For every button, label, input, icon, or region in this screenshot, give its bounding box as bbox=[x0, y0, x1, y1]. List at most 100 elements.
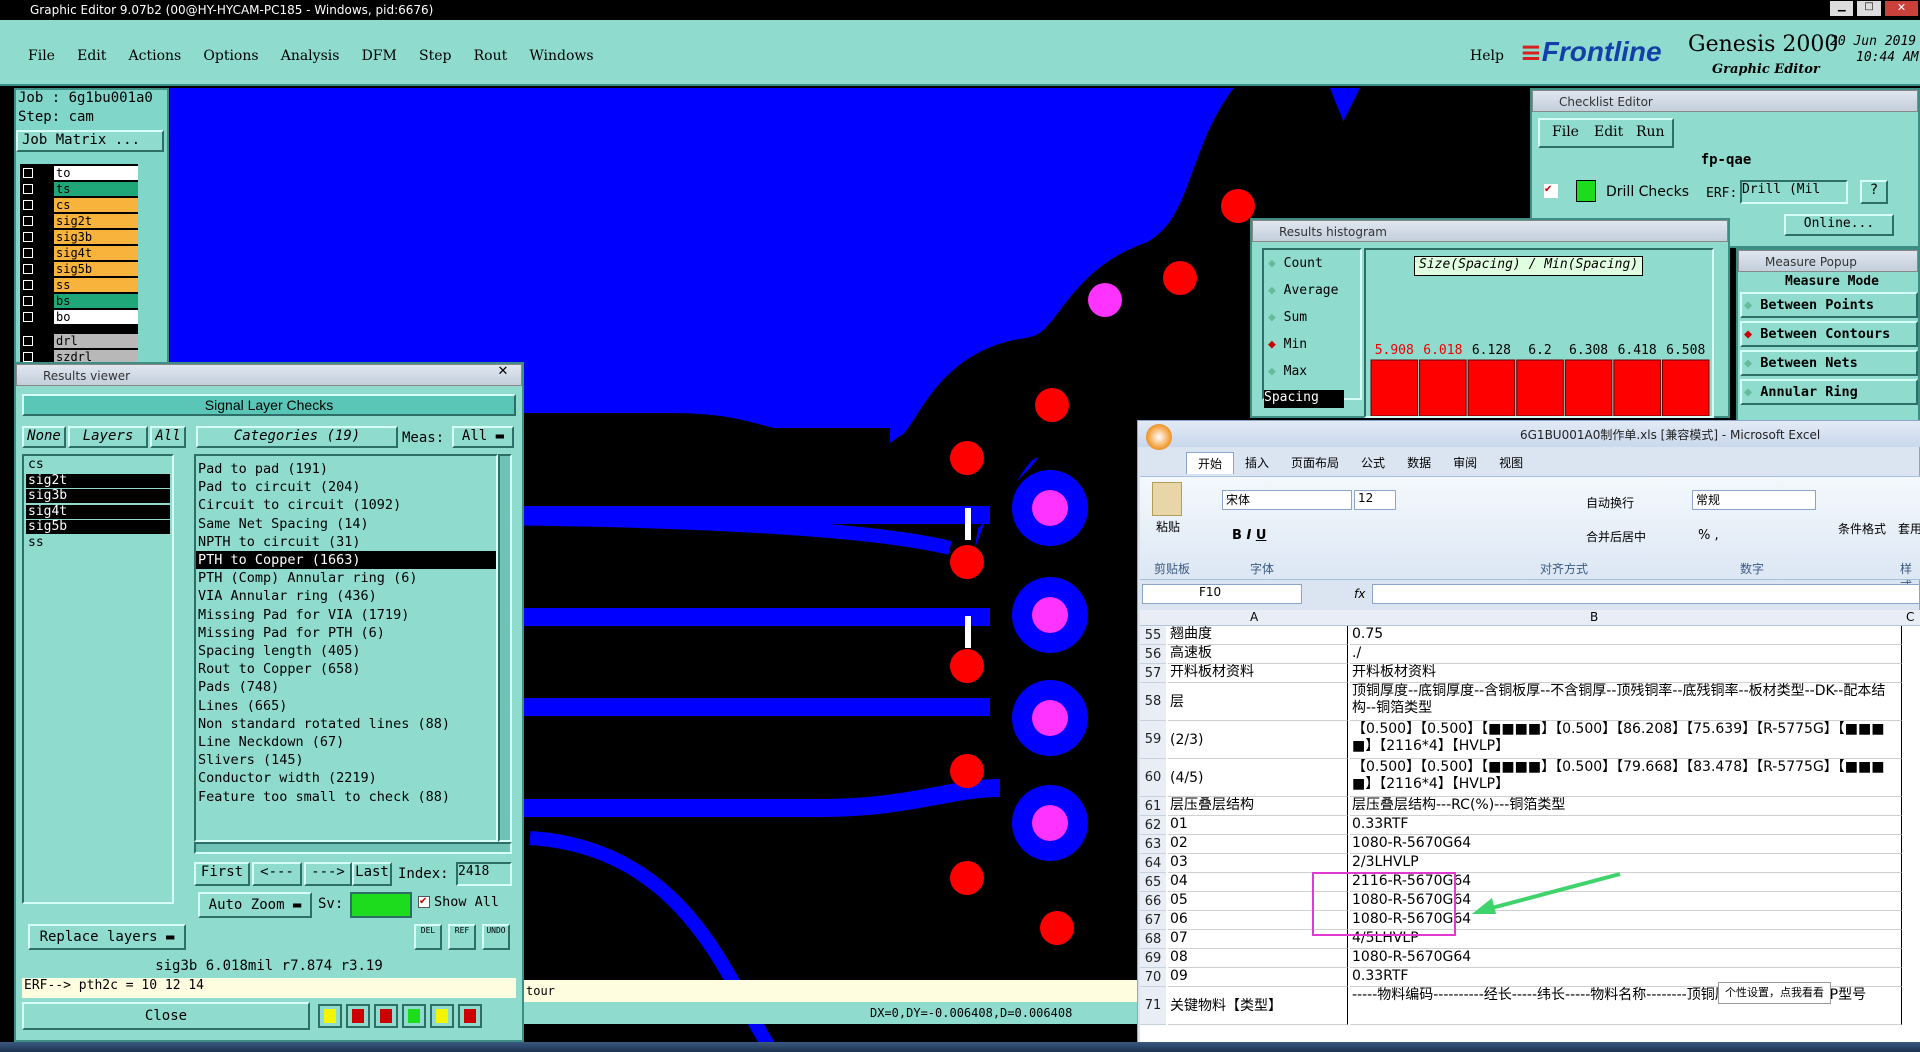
layer-checkbox[interactable] bbox=[23, 336, 33, 346]
first-button[interactable]: First bbox=[194, 862, 250, 886]
cell-a[interactable]: 高速板 bbox=[1168, 645, 1348, 664]
histogram-option[interactable]: ◆ Count bbox=[1268, 256, 1323, 271]
histogram-option[interactable]: ◆ Max bbox=[1268, 364, 1307, 379]
cell-a[interactable]: (4/5) bbox=[1168, 759, 1348, 797]
maximize-button[interactable]: □ bbox=[1857, 1, 1881, 16]
menu-step[interactable]: Step bbox=[419, 48, 451, 64]
sv-color-select[interactable] bbox=[350, 892, 412, 918]
measure-option[interactable]: ◆ Between Nets bbox=[1740, 350, 1918, 376]
layer-row[interactable]: bs bbox=[20, 294, 138, 309]
category-item[interactable]: Same Net Spacing (14) bbox=[196, 515, 496, 533]
cell-a[interactable]: 09 bbox=[1168, 968, 1348, 987]
result-layer-item[interactable]: cs bbox=[26, 458, 170, 472]
result-layer-item[interactable]: sig2t bbox=[26, 473, 170, 488]
result-tool-icon[interactable] bbox=[374, 1004, 398, 1028]
wrap-text-button[interactable]: 自动换行 bbox=[1586, 494, 1634, 511]
close-results-button[interactable]: Close bbox=[22, 1002, 310, 1030]
result-layer-item[interactable]: sig5b bbox=[26, 520, 170, 534]
row-header[interactable]: 71 bbox=[1140, 987, 1166, 1025]
layer-checkbox[interactable] bbox=[23, 248, 33, 258]
office-button-icon[interactable] bbox=[1146, 424, 1172, 450]
menu-options[interactable]: Options bbox=[203, 48, 258, 64]
category-item[interactable]: PTH (Comp) Annular ring (6) bbox=[196, 569, 496, 587]
menu-file[interactable]: File bbox=[28, 48, 55, 64]
layer-checkbox[interactable] bbox=[23, 352, 33, 362]
layer-row[interactable]: sig4t bbox=[20, 246, 138, 261]
category-item[interactable]: Pad to pad (191) bbox=[196, 460, 496, 478]
row-header[interactable]: 62 bbox=[1140, 816, 1166, 835]
cell-a[interactable]: 层压叠层结构 bbox=[1168, 797, 1348, 816]
show-all-checkbox[interactable]: ✔ bbox=[418, 896, 430, 908]
erf-field[interactable]: Drill (Mil bbox=[1740, 180, 1848, 204]
number-format-select[interactable]: 常规 bbox=[1692, 490, 1816, 510]
measure-option[interactable]: ◆ Annular Ring bbox=[1740, 379, 1918, 405]
result-layer-item[interactable]: sig4t bbox=[26, 504, 170, 519]
result-tool-icon[interactable] bbox=[318, 1004, 342, 1028]
row-header[interactable]: 56 bbox=[1140, 645, 1166, 664]
layer-checkbox[interactable] bbox=[23, 232, 33, 242]
result-layer-item[interactable]: sig3b bbox=[26, 489, 170, 503]
ref-icon[interactable]: REF bbox=[448, 924, 476, 950]
category-item[interactable]: PTH to Copper (1663) bbox=[196, 551, 496, 570]
cell-b[interactable]: 0.75 bbox=[1350, 626, 1902, 645]
ribbon-tab[interactable]: 视图 bbox=[1488, 452, 1534, 474]
cell-a[interactable]: 02 bbox=[1168, 835, 1348, 854]
formula-bar[interactable] bbox=[1372, 584, 1920, 604]
merge-center-button[interactable]: 合并后居中 bbox=[1586, 528, 1646, 545]
col-c[interactable]: C bbox=[1906, 610, 1914, 624]
menu-actions[interactable]: Actions bbox=[129, 48, 182, 64]
cond-format-button[interactable]: 条件格式 bbox=[1838, 520, 1886, 537]
col-b[interactable]: B bbox=[1590, 610, 1598, 624]
cell-a[interactable]: 关键物料【类型】 bbox=[1168, 987, 1348, 1025]
category-item[interactable]: Non standard rotated lines (88) bbox=[196, 715, 496, 733]
cell-b[interactable]: 【0.500】【0.500】【■■■■】【0.500】【86.208】【75.6… bbox=[1350, 721, 1902, 759]
cell-a[interactable]: 03 bbox=[1168, 854, 1348, 873]
category-item[interactable]: Slivers (145) bbox=[196, 751, 496, 769]
layer-row[interactable]: sig5b bbox=[20, 262, 138, 277]
layer-row[interactable]: to bbox=[20, 166, 138, 181]
index-input[interactable]: 2418 bbox=[456, 862, 512, 886]
row-header[interactable]: 68 bbox=[1140, 930, 1166, 949]
category-item[interactable]: Circuit to circuit (1092) bbox=[196, 496, 496, 514]
layer-checkbox[interactable] bbox=[23, 264, 33, 274]
ribbon-tab[interactable]: 数据 bbox=[1396, 452, 1442, 474]
row-header[interactable]: 55 bbox=[1140, 626, 1166, 645]
cell-b[interactable]: 1080-R-5670G64 bbox=[1350, 835, 1902, 854]
paste-icon[interactable] bbox=[1152, 482, 1182, 516]
row-header[interactable]: 57 bbox=[1140, 664, 1166, 683]
results-layer-list[interactable]: cs sig2t sig3b sig4t sig5b ss bbox=[22, 454, 174, 904]
categories-button[interactable]: Categories (19) bbox=[196, 426, 398, 448]
minimize-button[interactable]: ▁ bbox=[1830, 1, 1854, 16]
table-format-button[interactable]: 套用表格格 bbox=[1898, 520, 1920, 537]
cell-a[interactable]: 开料板材资料 bbox=[1168, 664, 1348, 683]
histogram-bar[interactable] bbox=[1467, 359, 1516, 416]
category-item[interactable]: Rout to Copper (658) bbox=[196, 660, 496, 678]
category-item[interactable]: NPTH to circuit (31) bbox=[196, 533, 496, 551]
menu-dfm[interactable]: DFM bbox=[362, 48, 397, 64]
result-tool-icon[interactable] bbox=[430, 1004, 454, 1028]
layer-checkbox[interactable] bbox=[23, 168, 33, 178]
cell-b[interactable]: ./ bbox=[1350, 645, 1902, 664]
meas-select[interactable]: All ▬ bbox=[452, 426, 514, 448]
prev-button[interactable]: <--- bbox=[252, 862, 302, 886]
layer-row[interactable]: bo bbox=[20, 310, 138, 325]
category-item[interactable]: Pad to circuit (204) bbox=[196, 478, 496, 496]
all-button[interactable]: All bbox=[150, 426, 186, 448]
row-header[interactable]: 59 bbox=[1140, 721, 1166, 759]
cell-b[interactable]: 0.33RTF bbox=[1350, 816, 1902, 835]
menu-edit[interactable]: Edit bbox=[77, 48, 106, 64]
cell-a[interactable]: 层 bbox=[1168, 683, 1348, 721]
cell-b[interactable]: 1080-R-5670G64 bbox=[1350, 949, 1902, 968]
category-item[interactable]: Conductor width (2219) bbox=[196, 769, 496, 787]
layer-row[interactable]: ss bbox=[20, 278, 138, 293]
online-button[interactable]: Online... bbox=[1784, 214, 1894, 236]
result-tool-icon[interactable] bbox=[458, 1004, 482, 1028]
categories-list[interactable]: Pad to pad (191) Pad to circuit (204) Circ… bbox=[194, 454, 498, 842]
histogram-option[interactable]: ◆ Sum bbox=[1268, 310, 1307, 325]
col-a[interactable]: A bbox=[1250, 610, 1258, 624]
percent-button[interactable]: % , bbox=[1698, 528, 1719, 543]
menu-windows[interactable]: Windows bbox=[529, 48, 593, 64]
category-item[interactable]: Pads (748) bbox=[196, 678, 496, 696]
layer-row[interactable]: drl bbox=[20, 334, 138, 349]
row-header[interactable]: 64 bbox=[1140, 854, 1166, 873]
